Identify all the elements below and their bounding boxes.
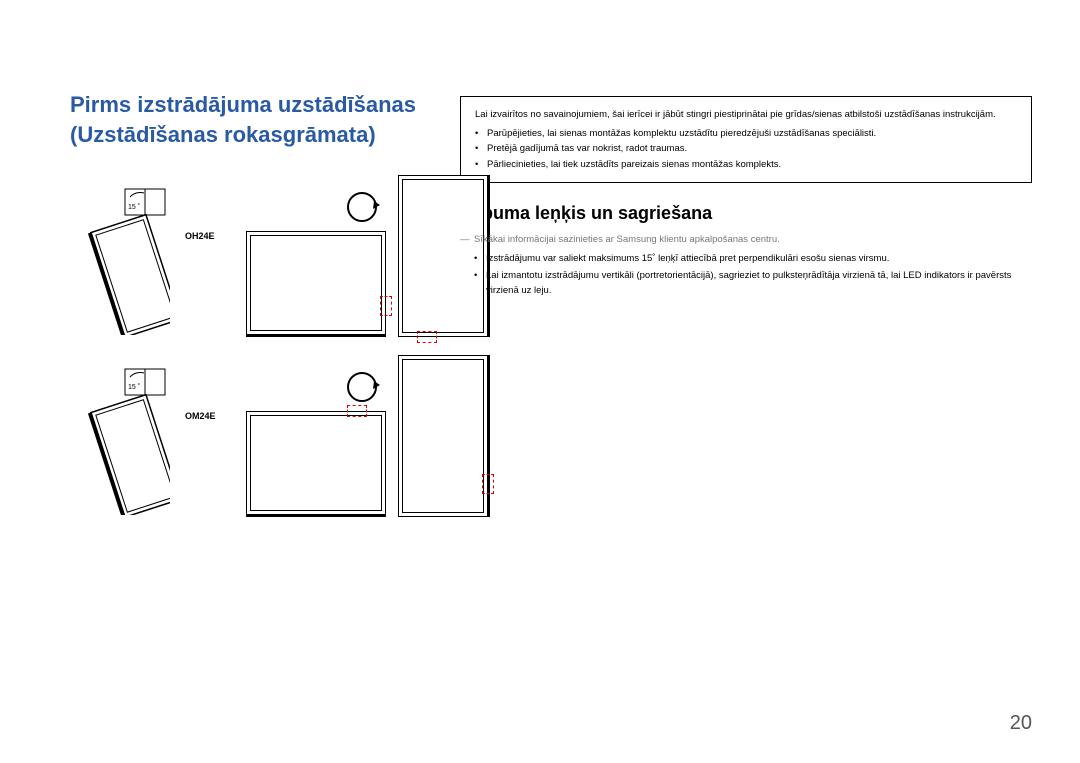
warning-item: Parūpējieties, lai sienas montāžas kompl…: [487, 126, 1017, 141]
note-line: Sīkākai informācijai sazinieties ar Sams…: [460, 234, 1032, 245]
body-list: Izstrādājumu var saliekt maksimums 15˚ l…: [460, 251, 1032, 299]
landscape-panel: [246, 231, 386, 337]
model-label-a: OH24E: [185, 231, 215, 241]
rotate-arrow-icon: [344, 189, 380, 225]
warning-item: Pretējā gadījumā tas var nokrist, radot …: [487, 141, 1017, 156]
page-number: 20: [1010, 712, 1032, 735]
tilt-illustration: 15 ˚: [70, 185, 170, 335]
rotate-arrow-icon: [344, 369, 380, 405]
led-indicator-marker: [417, 331, 437, 343]
body-item: Izstrādājumu var saliekt maksimums 15˚ l…: [486, 251, 1032, 266]
warning-box: Lai izvairītos no savainojumiem, šai ier…: [460, 96, 1032, 183]
led-indicator-marker: [482, 474, 494, 494]
warning-lead: Lai izvairītos no savainojumiem, šai ier…: [475, 107, 1017, 122]
diagram-oh24e: OH24E 15 ˚: [70, 175, 440, 345]
title-line-1: Pirms izstrādājuma uzstādīšanas: [70, 92, 416, 117]
warning-list: Parūpējieties, lai sienas montāžas kompl…: [475, 126, 1017, 172]
svg-text:15 ˚: 15 ˚: [128, 383, 140, 391]
led-indicator-marker: [347, 405, 367, 417]
diagram-om24e: OM24E 15 ˚: [70, 355, 440, 525]
tilt-illustration: 15 ˚: [70, 365, 170, 515]
warning-item: Pārliecinieties, lai tiek uzstādīts pare…: [487, 157, 1017, 172]
body-item: Lai izmantotu izstrādājumu vertikāli (po…: [486, 268, 1032, 298]
title-line-2: (Uzstādīšanas rokasgrāmata): [70, 122, 376, 147]
svg-text:15 ˚: 15 ˚: [128, 203, 140, 211]
model-label-b: OM24E: [185, 411, 216, 421]
main-title: Pirms izstrādājuma uzstādīšanas (Uzstādī…: [70, 90, 440, 149]
led-indicator-marker: [380, 296, 392, 316]
portrait-panel: [398, 355, 490, 517]
landscape-panel: [246, 411, 386, 517]
section-title: Slīpuma leņķis un sagriešana: [460, 203, 1032, 224]
